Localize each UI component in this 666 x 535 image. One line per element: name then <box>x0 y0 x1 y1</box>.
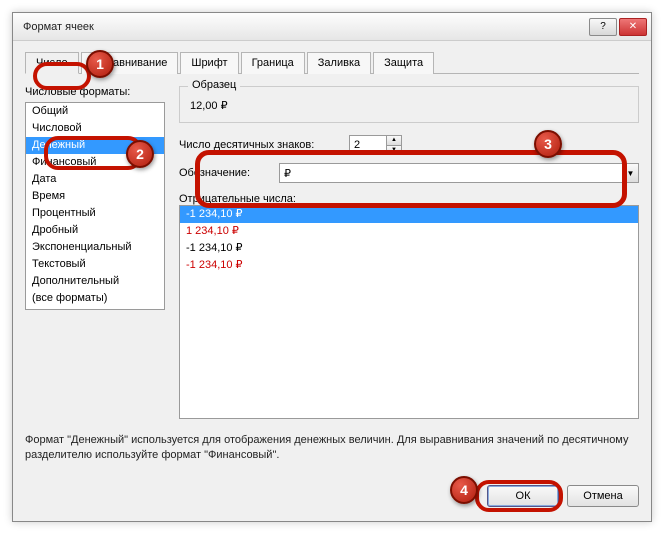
negative-item[interactable]: -1 234,10 ₽ <box>180 257 638 274</box>
decimals-input[interactable] <box>350 136 386 154</box>
sample-value: 12,00 ₽ <box>190 99 628 112</box>
format-item[interactable]: Процентный <box>26 205 164 222</box>
format-item[interactable]: Дата <box>26 171 164 188</box>
format-description: Формат "Денежный" используется для отобр… <box>25 433 639 463</box>
titlebar: Формат ячеек ? ✕ <box>13 13 651 41</box>
close-button[interactable]: ✕ <box>619 18 647 36</box>
cancel-button[interactable]: Отмена <box>567 485 639 507</box>
sample-label: Образец <box>188 79 240 91</box>
chevron-down-icon[interactable]: ▼ <box>622 164 638 182</box>
format-item[interactable]: Экспоненциальный <box>26 239 164 256</box>
help-button[interactable]: ? <box>589 18 617 36</box>
symbol-label: Обозначение: <box>179 167 279 179</box>
negative-item[interactable]: 1 234,10 ₽ <box>180 223 638 240</box>
format-item[interactable]: (все форматы) <box>26 290 164 307</box>
tab-strip: ЧислоВыравниваниеШрифтГраницаЗаливкаЗащи… <box>25 51 639 74</box>
format-list-label: Числовые форматы: <box>25 86 165 98</box>
tab-3[interactable]: Граница <box>241 52 305 74</box>
symbol-input[interactable] <box>280 164 622 182</box>
window-title: Формат ячеек <box>23 21 587 33</box>
tab-2[interactable]: Шрифт <box>180 52 238 74</box>
negative-item[interactable]: -1 234,10 ₽ <box>180 240 638 257</box>
format-item[interactable]: Дробный <box>26 222 164 239</box>
tab-4[interactable]: Заливка <box>307 52 371 74</box>
close-icon: ✕ <box>629 21 637 32</box>
tab-0[interactable]: Число <box>25 52 79 74</box>
negative-list[interactable]: -1 234,10 ₽1 234,10 ₽-1 234,10 ₽-1 234,1… <box>179 205 639 419</box>
format-item[interactable]: Дополнительный <box>26 273 164 290</box>
format-item[interactable]: Время <box>26 188 164 205</box>
help-icon: ? <box>600 21 606 32</box>
tab-5[interactable]: Защита <box>373 52 434 74</box>
symbol-combo[interactable]: ▼ <box>279 163 639 183</box>
spinner-up-icon[interactable]: ▲ <box>387 136 401 146</box>
negative-item[interactable]: -1 234,10 ₽ <box>180 206 638 223</box>
decimals-spinner[interactable]: ▲ ▼ <box>349 135 402 155</box>
ok-button[interactable]: ОК <box>487 485 559 507</box>
annotation-callout-2: 2 <box>126 140 154 168</box>
format-list[interactable]: ОбщийЧисловойДенежныйФинансовыйДатаВремя… <box>25 102 165 310</box>
spinner-down-icon[interactable]: ▼ <box>387 146 401 155</box>
format-item[interactable]: Общий <box>26 103 164 120</box>
decimals-label: Число десятичных знаков: <box>179 139 349 151</box>
annotation-callout-4: 4 <box>450 476 478 504</box>
negative-label: Отрицательные числа: <box>179 193 639 205</box>
sample-group: Образец 12,00 ₽ <box>179 86 639 123</box>
format-cells-dialog: Формат ячеек ? ✕ ЧислоВыравниваниеШрифтГ… <box>12 12 652 522</box>
annotation-callout-1: 1 <box>86 50 114 78</box>
format-item[interactable]: Числовой <box>26 120 164 137</box>
annotation-callout-3: 3 <box>534 130 562 158</box>
format-item[interactable]: Текстовый <box>26 256 164 273</box>
